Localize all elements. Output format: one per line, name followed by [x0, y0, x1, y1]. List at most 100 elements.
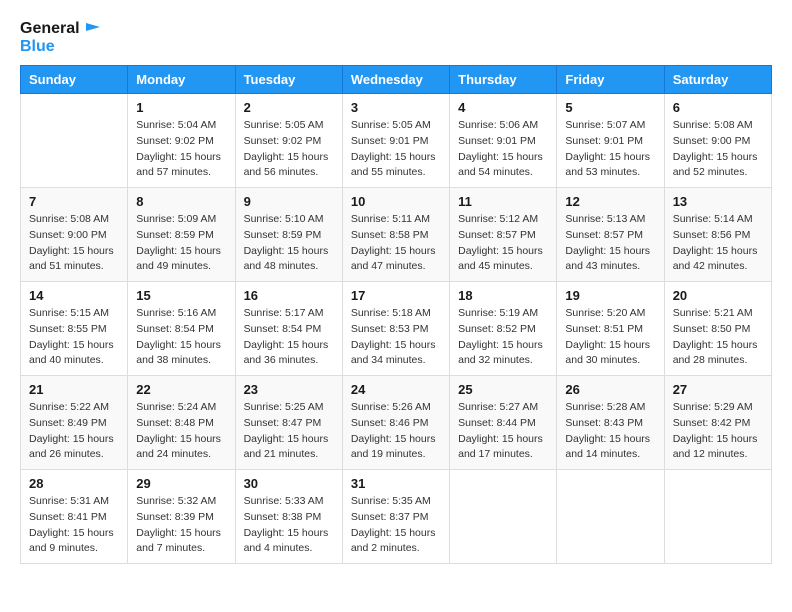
- sunrise-text: Sunrise: 5:28 AM: [565, 401, 645, 413]
- day-number: 7: [29, 194, 119, 209]
- sunset-text: Sunset: 8:53 PM: [351, 323, 429, 335]
- sunset-text: Sunset: 8:55 PM: [29, 323, 107, 335]
- day-number: 22: [136, 382, 226, 397]
- sunset-text: Sunset: 8:56 PM: [673, 229, 751, 241]
- day-number: 9: [244, 194, 334, 209]
- day-info: Sunrise: 5:14 AMSunset: 8:56 PMDaylight:…: [673, 212, 763, 275]
- sunrise-text: Sunrise: 5:04 AM: [136, 119, 216, 131]
- sunset-text: Sunset: 8:38 PM: [244, 511, 322, 523]
- day-info: Sunrise: 5:28 AM Sunset: 8:43 PM Daylight:…: [565, 400, 655, 463]
- sunset-text: Sunset: 8:43 PM: [565, 417, 643, 429]
- calendar-day-cell: [664, 470, 771, 564]
- calendar-day-cell: 2Sunrise: 5:05 AMSunset: 9:02 PMDaylight…: [235, 94, 342, 188]
- day-number: 28: [29, 476, 119, 491]
- daylight-text: Daylight: 15 hours and 57 minutes.: [136, 151, 221, 179]
- day-info: Sunrise: 5:24 AMSunset: 8:48 PMDaylight:…: [136, 400, 226, 463]
- calendar-day-cell: 28Sunrise: 5:31 AMSunset: 8:41 PMDayligh…: [21, 470, 128, 564]
- day-number: 14: [29, 288, 119, 303]
- weekday-header-cell: Saturday: [664, 66, 771, 94]
- day-number: 20: [673, 288, 763, 303]
- sunrise-text: Sunrise: 5:08 AM: [29, 213, 109, 225]
- sunrise-text: Sunrise: 5:12 AM: [458, 213, 538, 225]
- day-info: Sunrise: 5:07 AMSunset: 9:01 PMDaylight:…: [565, 118, 655, 181]
- day-info: Sunrise: 5:35 AMSunset: 8:37 PMDaylight:…: [351, 494, 441, 557]
- day-info: Sunrise: 5:15 AM Sunset: 8:55 PM Daylight:…: [29, 306, 119, 369]
- sunrise-text: Sunrise: 5:13 AM: [565, 213, 645, 225]
- day-number: 8: [136, 194, 226, 209]
- sunrise-text: Sunrise: 5:22 AM: [29, 401, 109, 413]
- day-number: 15: [136, 288, 226, 303]
- weekday-header-cell: Thursday: [450, 66, 557, 94]
- daylight-text: Daylight: 15 hours and 21 minutes.: [244, 433, 329, 461]
- day-number: 31: [351, 476, 441, 491]
- daylight-text: Daylight: 15 hours and 51 minutes.: [29, 245, 114, 273]
- day-info: Sunrise: 5:05 AMSunset: 9:02 PMDaylight:…: [244, 118, 334, 181]
- sunrise-text: Sunrise: 5:11 AM: [351, 213, 430, 225]
- day-number: 17: [351, 288, 441, 303]
- day-number: 30: [244, 476, 334, 491]
- daylight-text: Daylight: 15 hours and 45 minutes.: [458, 245, 543, 273]
- day-info: Sunrise: 5:06 AMSunset: 9:01 PMDaylight:…: [458, 118, 548, 181]
- calendar-day-cell: 13Sunrise: 5:14 AMSunset: 8:56 PMDayligh…: [664, 188, 771, 282]
- daylight-text: Daylight: 15 hours and 30 minutes.: [565, 339, 650, 367]
- sunrise-text: Sunrise: 5:21 AM: [673, 307, 753, 319]
- sunrise-text: Sunrise: 5:06 AM: [458, 119, 538, 131]
- day-number: 21: [29, 382, 119, 397]
- sunrise-text: Sunrise: 5:20 AM: [565, 307, 645, 319]
- sunset-text: Sunset: 8:59 PM: [136, 229, 214, 241]
- calendar-week-row: 7 Sunrise: 5:08 AM Sunset: 9:00 PM Daylight…: [21, 188, 772, 282]
- sunrise-text: Sunrise: 5:15 AM: [29, 307, 109, 319]
- daylight-text: Daylight: 15 hours and 42 minutes.: [673, 245, 758, 273]
- sunrise-text: Sunrise: 5:33 AM: [244, 495, 324, 507]
- day-info: Sunrise: 5:08 AMSunset: 9:00 PMDaylight:…: [673, 118, 763, 181]
- calendar-day-cell: 1Sunrise: 5:04 AMSunset: 9:02 PMDaylight…: [128, 94, 235, 188]
- day-number: 10: [351, 194, 441, 209]
- calendar-week-row: 1Sunrise: 5:04 AMSunset: 9:02 PMDaylight…: [21, 94, 772, 188]
- sunrise-text: Sunrise: 5:26 AM: [351, 401, 431, 413]
- calendar-day-cell: 26Sunrise: 5:28 AMSunset: 8:43 PMDayligh…: [557, 376, 664, 470]
- calendar-day-cell: 4Sunrise: 5:06 AMSunset: 9:01 PMDaylight…: [450, 94, 557, 188]
- day-number: 19: [565, 288, 655, 303]
- daylight-text: Daylight: 15 hours and 32 minutes.: [458, 339, 543, 367]
- daylight-text: Daylight: 15 hours and 9 minutes.: [29, 527, 114, 555]
- daylight-text: Daylight: 15 hours and 34 minutes.: [351, 339, 436, 367]
- day-info: Sunrise: 5:25 AMSunset: 8:47 PMDaylight:…: [244, 400, 334, 463]
- day-info: Sunrise: 5:05 AMSunset: 9:01 PMDaylight:…: [351, 118, 441, 181]
- sunrise-text: Sunrise: 5:24 AM: [136, 401, 216, 413]
- sunset-text: Sunset: 8:37 PM: [351, 511, 429, 523]
- day-info: Sunrise: 5:18 AM Sunset: 8:53 PM Daylight:…: [351, 306, 441, 369]
- weekday-header-cell: Sunday: [21, 66, 128, 94]
- sunset-text: Sunset: 9:01 PM: [565, 135, 643, 147]
- calendar-body: 1Sunrise: 5:04 AMSunset: 9:02 PMDaylight…: [21, 94, 772, 564]
- sunset-text: Sunset: 8:59 PM: [244, 229, 322, 241]
- sunrise-text: Sunrise: 5:31 AM: [29, 495, 109, 507]
- day-info: Sunrise: 5:08 AM Sunset: 9:00 PM Daylight:…: [29, 212, 119, 275]
- sunrise-text: Sunrise: 5:32 AM: [136, 495, 216, 507]
- sunrise-text: Sunrise: 5:08 AM: [673, 119, 753, 131]
- sunset-text: Sunset: 9:02 PM: [244, 135, 322, 147]
- daylight-text: Daylight: 15 hours and 14 minutes.: [565, 433, 650, 461]
- sunset-text: Sunset: 9:02 PM: [136, 135, 214, 147]
- calendar-day-cell: 14 Sunrise: 5:15 AM Sunset: 8:55 PM Dayligh…: [21, 282, 128, 376]
- sunset-text: Sunset: 9:01 PM: [351, 135, 429, 147]
- calendar-day-cell: [450, 470, 557, 564]
- daylight-text: Daylight: 15 hours and 38 minutes.: [136, 339, 221, 367]
- daylight-text: Daylight: 15 hours and 47 minutes.: [351, 245, 436, 273]
- sunset-text: Sunset: 8:51 PM: [565, 323, 643, 335]
- sunrise-text: Sunrise: 5:25 AM: [244, 401, 324, 413]
- sunset-text: Sunset: 9:00 PM: [29, 229, 107, 241]
- daylight-text: Daylight: 15 hours and 55 minutes.: [351, 151, 436, 179]
- calendar-day-cell: 3Sunrise: 5:05 AMSunset: 9:01 PMDaylight…: [342, 94, 449, 188]
- calendar-day-cell: 24Sunrise: 5:26 AMSunset: 8:46 PMDayligh…: [342, 376, 449, 470]
- daylight-text: Daylight: 15 hours and 56 minutes.: [244, 151, 329, 179]
- sunrise-text: Sunrise: 5:10 AM: [244, 213, 324, 225]
- calendar-day-cell: 30Sunrise: 5:33 AMSunset: 8:38 PMDayligh…: [235, 470, 342, 564]
- sunrise-text: Sunrise: 5:18 AM: [351, 307, 431, 319]
- logo: General Blue: [20, 20, 102, 55]
- daylight-text: Daylight: 15 hours and 40 minutes.: [29, 339, 114, 367]
- day-info: Sunrise: 5:10 AMSunset: 8:59 PMDaylight:…: [244, 212, 334, 275]
- calendar-day-cell: 10Sunrise: 5:11 AMSunset: 8:58 PMDayligh…: [342, 188, 449, 282]
- daylight-text: Daylight: 15 hours and 54 minutes.: [458, 151, 543, 179]
- day-info: Sunrise: 5:13 AMSunset: 8:57 PMDaylight:…: [565, 212, 655, 275]
- day-number: 25: [458, 382, 548, 397]
